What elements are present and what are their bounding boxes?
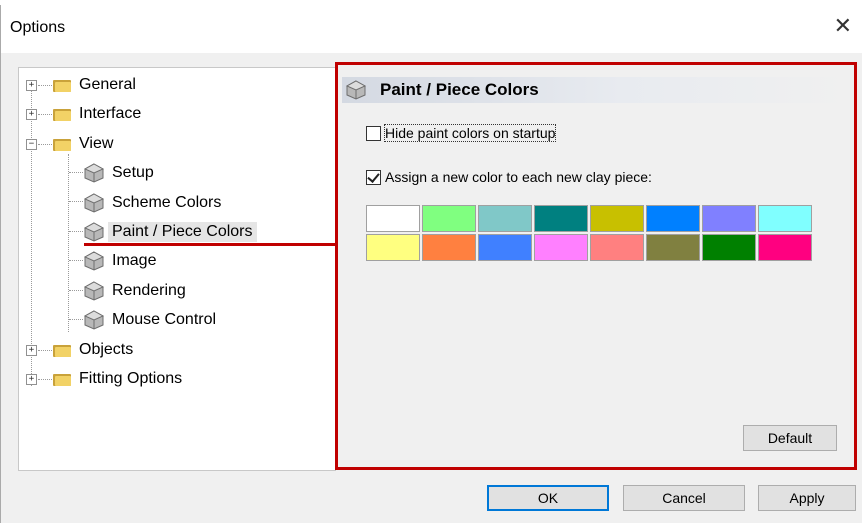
title-bar: Options ✕ (1, 5, 862, 53)
settings-panel: Paint / Piece Colors Hide paint colors o… (342, 69, 852, 469)
tree-item-label: Interface (79, 105, 142, 123)
tree-connector (31, 84, 32, 386)
color-swatch[interactable] (422, 205, 476, 232)
cancel-button[interactable]: Cancel (623, 485, 745, 511)
ok-button[interactable]: OK (487, 485, 609, 511)
options-dialog: Options ✕ + General + Interface − View Setup Sc… (0, 5, 862, 523)
tree-item-general[interactable]: General (53, 73, 136, 97)
tree-item-label: Paint / Piece Colors (108, 222, 257, 242)
folder-icon (53, 137, 71, 151)
color-swatch[interactable] (478, 234, 532, 261)
clay-piece-icon (83, 193, 105, 213)
tree-item-image[interactable]: Image (83, 249, 156, 273)
tree-connector (38, 114, 52, 116)
expand-icon[interactable]: + (26, 374, 37, 385)
tree-item-paint-piece-colors[interactable]: Paint / Piece Colors (83, 220, 257, 244)
folder-icon (53, 372, 71, 386)
swatch-row (366, 234, 828, 263)
tree-item-rendering[interactable]: Rendering (83, 279, 186, 303)
options-tree: + General + Interface − View Setup Scheme Color… (18, 67, 336, 471)
clay-piece-icon (83, 222, 105, 242)
expand-icon[interactable]: + (26, 344, 37, 356)
clay-piece-icon (345, 80, 367, 100)
checkmark-icon (367, 169, 380, 183)
tree-item-mouse-control[interactable]: Mouse Control (83, 308, 216, 332)
clay-piece-icon (83, 251, 105, 271)
tree-item-label: Mouse Control (112, 311, 217, 329)
color-swatch[interactable] (758, 205, 812, 232)
hide-paint-label[interactable]: Hide paint colors on startup (383, 124, 557, 142)
tree-item-label: Image (112, 252, 157, 270)
color-swatch[interactable] (366, 205, 420, 232)
color-swatch[interactable] (758, 234, 812, 261)
tree-connector (38, 379, 52, 380)
tree-connector (38, 349, 52, 351)
tree-connector (69, 290, 83, 291)
color-swatch[interactable] (702, 234, 756, 261)
color-swatch[interactable] (590, 205, 644, 232)
color-swatch[interactable] (534, 234, 588, 261)
folder-icon (53, 78, 71, 92)
tree-item-interface[interactable]: Interface (53, 102, 141, 126)
default-button[interactable]: Default (743, 425, 837, 451)
annotation-pointer-line (84, 243, 336, 246)
assign-color-option[interactable]: Assign a new color to each new clay piec… (366, 169, 652, 185)
tree-item-label: Objects (79, 340, 134, 358)
tree-item-fitting-options[interactable]: Fitting Options (53, 367, 182, 391)
tree-connector (69, 260, 83, 261)
apply-button[interactable]: Apply (758, 485, 856, 511)
tree-connector (69, 231, 83, 232)
apply-label: Apply (789, 490, 825, 506)
swatch-row (366, 205, 828, 234)
color-swatch[interactable] (478, 205, 532, 232)
close-icon[interactable]: ✕ (834, 15, 852, 37)
tree-item-label: Setup (112, 164, 154, 182)
tree-item-label: Scheme Colors (112, 193, 222, 211)
color-swatch[interactable] (646, 205, 700, 232)
folder-icon (53, 107, 71, 122)
dialog-title: Options (10, 19, 66, 36)
tree-connector (69, 201, 83, 202)
tree-connector (69, 319, 83, 320)
clay-piece-icon (83, 281, 105, 301)
tree-item-label: General (79, 76, 136, 93)
tree-connector (38, 85, 52, 86)
assign-color-checkbox[interactable] (366, 169, 381, 185)
panel-header: Paint / Piece Colors (342, 77, 852, 103)
hide-paint-option[interactable]: Hide paint colors on startup (366, 124, 557, 142)
tree-connector (69, 172, 83, 173)
color-swatch[interactable] (702, 205, 756, 232)
panel-title: Paint / Piece Colors (380, 80, 539, 99)
tree-item-label: Rendering (112, 281, 186, 299)
folder-icon (53, 343, 71, 357)
tree-item-scheme-colors[interactable]: Scheme Colors (83, 191, 221, 215)
color-swatch[interactable] (534, 205, 588, 232)
color-swatch[interactable] (366, 234, 420, 261)
tree-item-label: Fitting Options (79, 370, 183, 387)
color-swatch[interactable] (422, 234, 476, 261)
color-swatch[interactable] (590, 234, 644, 261)
tree-item-label: View (79, 134, 114, 152)
expand-icon[interactable]: + (26, 109, 37, 121)
tree-connector (68, 154, 69, 332)
assign-color-label[interactable]: Assign a new color to each new clay piec… (385, 169, 652, 185)
color-swatch-grid (366, 205, 828, 263)
clay-piece-icon (83, 310, 105, 330)
tree-connector (38, 143, 52, 145)
hide-paint-checkbox[interactable] (366, 125, 381, 141)
color-swatch[interactable] (646, 234, 700, 261)
tree-item-view[interactable]: View (53, 132, 113, 156)
expand-icon[interactable]: + (26, 80, 37, 91)
tree-item-objects[interactable]: Objects (53, 338, 133, 362)
tree-item-setup[interactable]: Setup (83, 161, 154, 185)
clay-piece-icon (83, 163, 105, 183)
collapse-icon[interactable]: − (26, 138, 37, 150)
